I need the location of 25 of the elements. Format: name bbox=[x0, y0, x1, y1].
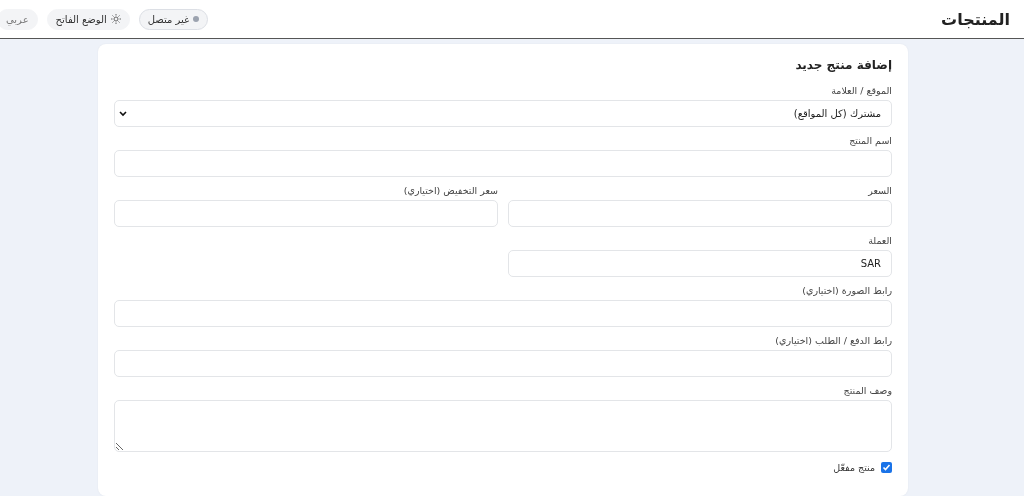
input-field[interactable] bbox=[114, 350, 892, 377]
page-title: المنتجات bbox=[941, 9, 1010, 29]
field-label: العملة bbox=[867, 235, 892, 248]
field-label: الموقع / العلامة bbox=[830, 85, 892, 98]
sun-icon bbox=[110, 14, 121, 24]
input-field[interactable] bbox=[114, 300, 892, 327]
connection-status: غير متصل bbox=[138, 8, 209, 30]
field-label: رابط الدفع / الطلب (اختياري) bbox=[774, 335, 892, 348]
form-title: إضافة منتج جديد bbox=[794, 58, 892, 74]
chevron-down-icon bbox=[119, 110, 127, 117]
field-label: اسم المنتج bbox=[848, 135, 892, 148]
language-button[interactable]: عربي bbox=[0, 8, 38, 30]
text-area[interactable] bbox=[114, 400, 892, 452]
input-field[interactable] bbox=[508, 200, 892, 227]
input-field[interactable]: SAR bbox=[508, 250, 892, 277]
field-label: السعر bbox=[867, 185, 892, 198]
select-field[interactable]: مشترك (كل المواقع) bbox=[114, 100, 892, 127]
checkbox[interactable] bbox=[881, 462, 892, 473]
input-field[interactable] bbox=[114, 150, 892, 177]
input-field[interactable] bbox=[114, 200, 498, 227]
field-label: سعر التخفيض (اختياري) bbox=[402, 185, 498, 198]
theme-toggle-button[interactable]: الوضع الفاتح bbox=[46, 8, 130, 30]
field-label: رابط الصورة (اختياري) bbox=[801, 285, 892, 298]
field-label: وصف المنتج bbox=[842, 385, 892, 398]
checkbox-label: منتج مفعّل bbox=[833, 462, 875, 473]
